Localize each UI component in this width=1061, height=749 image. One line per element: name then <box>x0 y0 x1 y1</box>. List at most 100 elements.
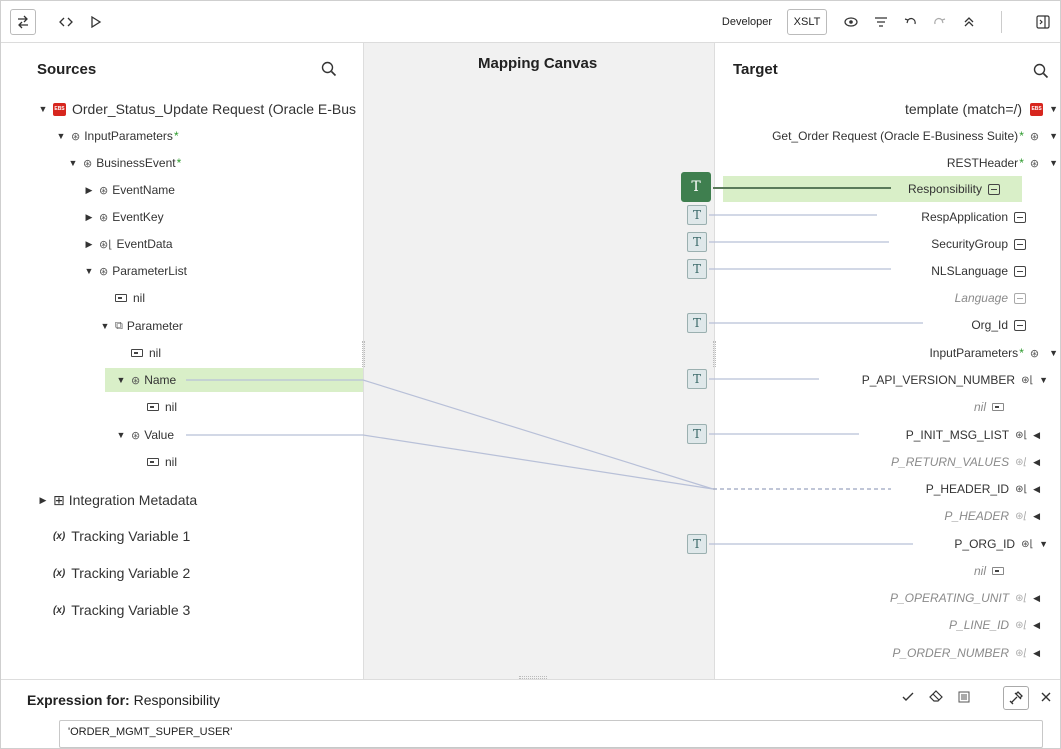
panel-toggle-button[interactable] <box>1031 9 1055 35</box>
attribute-icon <box>992 403 1004 411</box>
expression-label-prefix: Expression for: <box>27 692 130 708</box>
target-language[interactable]: Language <box>955 286 1026 310</box>
target-search-button[interactable] <box>1033 63 1049 84</box>
sources-panel: Sources ▼ EBS Order_Status_Update Reques… <box>1 43 363 679</box>
source-tracking-variable-3[interactable]: (x) Tracking Variable 3 <box>53 598 190 622</box>
source-parameter[interactable]: ▼ ⧉ Parameter <box>99 314 183 338</box>
target-p-api-version-number[interactable]: P_API_VERSION_NUMBER ⊛⌊ ▼ <box>862 368 1048 392</box>
node-label: Value <box>144 428 175 442</box>
function-badge-p-init-msg[interactable]: T <box>687 424 707 444</box>
sources-search-button[interactable] <box>321 61 337 82</box>
close-expression-button[interactable] <box>1040 690 1052 708</box>
apply-expression-button[interactable] <box>901 690 915 709</box>
target-input-parameters[interactable]: InputParameters * ⊛ ▼ <box>929 341 1058 365</box>
function-badge-p-org-id[interactable]: T <box>687 534 707 554</box>
source-nil-attribute[interactable]: nil <box>147 395 177 419</box>
format-expression-button[interactable] <box>957 690 971 709</box>
source-nil-attribute[interactable]: nil <box>115 286 145 310</box>
ebs-icon: EBS <box>1030 102 1044 116</box>
play-icon <box>90 16 102 28</box>
target-responsibility-selected[interactable]: Responsibility <box>723 176 1022 202</box>
source-event-name[interactable]: ▶ ⊛ EventName <box>83 178 175 202</box>
tools-button[interactable] <box>1003 686 1029 710</box>
function-badge-nls-language[interactable]: T <box>687 259 707 279</box>
node-label: nil <box>133 291 146 305</box>
code-view-button[interactable] <box>55 9 77 35</box>
node-label: Tracking Variable 3 <box>71 602 191 618</box>
source-root-node[interactable]: ▼ EBS Order_Status_Update Request (Oracl… <box>37 97 357 121</box>
code-icon <box>59 16 73 28</box>
target-p-header[interactable]: P_HEADER ⊛⌊ ◀ <box>944 504 1040 528</box>
attribute-icon <box>147 403 159 411</box>
undo-button[interactable] <box>899 9 923 35</box>
source-value[interactable]: ▼ ⊛ Value <box>115 423 175 447</box>
node-label: Integration Metadata <box>68 492 198 508</box>
target-title: Target <box>733 61 778 78</box>
eye-icon <box>844 16 858 28</box>
source-event-data[interactable]: ▶ ⊛⌊ EventData <box>83 232 173 256</box>
node-label: InputParameters <box>84 129 173 143</box>
source-name-selected[interactable]: ▼ ⊛ Name <box>105 368 363 392</box>
function-badge-security-group[interactable]: T <box>687 232 707 252</box>
source-event-key[interactable]: ▶ ⊛ EventKey <box>83 205 164 229</box>
target-template-node[interactable]: template (match=/) EBS ▼ <box>905 97 1058 121</box>
node-label: InputParameters <box>929 346 1019 360</box>
collapse-all-button[interactable] <box>957 9 981 35</box>
required-mark: * <box>1019 129 1024 143</box>
target-get-order-request[interactable]: Get_Order Request (Oracle E-Business Sui… <box>772 124 1058 148</box>
source-parameter-list[interactable]: ▼ ⊛ ParameterList <box>83 259 187 283</box>
source-input-parameters[interactable]: ▼ ⊛ InputParameters * <box>55 124 179 148</box>
swap-button[interactable] <box>10 9 36 35</box>
target-p-line-id[interactable]: P_LINE_ID ⊛⌊ ◀ <box>949 613 1040 637</box>
expanded-arrow-icon: ▼ <box>1049 104 1058 114</box>
splitter-handle[interactable] <box>713 341 716 367</box>
developer-mode-toggle[interactable]: Developer <box>716 9 778 35</box>
target-p-header-id[interactable]: P_HEADER_ID ⊛⌊ ◀ <box>926 477 1040 501</box>
function-badge-responsibility[interactable]: T <box>681 172 711 202</box>
repeating-element-icon: ⊛⌊ <box>1015 592 1028 604</box>
source-nil-attribute[interactable]: nil <box>147 450 177 474</box>
element-icon: ⊛ <box>131 429 141 442</box>
target-nls-language[interactable]: NLSLanguage <box>931 259 1026 283</box>
target-resp-application[interactable]: RespApplication <box>921 205 1026 229</box>
expanded-arrow-icon: ▼ <box>100 321 110 331</box>
redo-button[interactable] <box>927 9 951 35</box>
view-button[interactable] <box>839 9 863 35</box>
target-rest-header[interactable]: RESTHeader * ⊛ ▼ <box>947 151 1058 175</box>
function-badge-org-id[interactable]: T <box>687 313 707 333</box>
node-label: Tracking Variable 1 <box>71 528 191 544</box>
run-test-button[interactable] <box>85 9 107 35</box>
source-business-event[interactable]: ▼ ⊛ BusinessEvent * <box>67 151 182 175</box>
source-integration-metadata[interactable]: ▶ ⊞ Integration Metadata <box>37 488 198 512</box>
redo-icon <box>932 16 946 28</box>
node-label: nil <box>149 346 162 360</box>
target-nil-attribute[interactable]: nil <box>974 395 1004 419</box>
function-badge-p-api-version[interactable]: T <box>687 369 707 389</box>
node-label: P_OPERATING_UNIT <box>889 591 1010 605</box>
target-security-group[interactable]: SecurityGroup <box>931 232 1026 256</box>
clear-expression-button[interactable] <box>929 690 943 709</box>
target-p-operating-unit[interactable]: P_OPERATING_UNIT ⊛⌊ ◀ <box>890 586 1040 610</box>
required-mark: * <box>1019 156 1024 170</box>
collapsed-arrow-icon: ◀ <box>1033 647 1040 658</box>
target-nil-attribute[interactable]: nil <box>974 559 1004 583</box>
source-nil-attribute[interactable]: nil <box>131 341 161 365</box>
target-p-org-id[interactable]: P_ORG_ID ⊛⌊ ▼ <box>954 532 1048 556</box>
xslt-button[interactable]: XSLT <box>787 9 827 35</box>
node-label: RESTHeader <box>946 156 1019 170</box>
expanded-arrow-icon: ▼ <box>1049 348 1058 358</box>
source-tracking-variable-1[interactable]: (x) Tracking Variable 1 <box>53 524 190 548</box>
function-badge-resp-application[interactable]: T <box>687 205 707 225</box>
splitter-handle[interactable] <box>362 341 365 367</box>
expression-input[interactable]: 'ORDER_MGMT_SUPER_USER' <box>59 720 1043 748</box>
variable-icon: (x) <box>53 567 66 579</box>
source-tracking-variable-2[interactable]: (x) Tracking Variable 2 <box>53 561 190 585</box>
filter-button[interactable] <box>869 9 893 35</box>
mapping-canvas: Mapping Canvas <box>363 43 715 679</box>
node-label: Responsibility <box>907 182 982 196</box>
target-p-return-values[interactable]: P_RETURN_VALUES ⊛⌊ ◀ <box>891 450 1040 474</box>
target-p-order-number[interactable]: P_ORDER_NUMBER ⊛⌊ ◀ <box>892 641 1040 665</box>
target-p-init-msg-list[interactable]: P_INIT_MSG_LIST ⊛⌊ ◀ <box>906 423 1040 447</box>
target-org-id[interactable]: Org_Id <box>971 313 1026 337</box>
format-icon <box>957 690 971 704</box>
